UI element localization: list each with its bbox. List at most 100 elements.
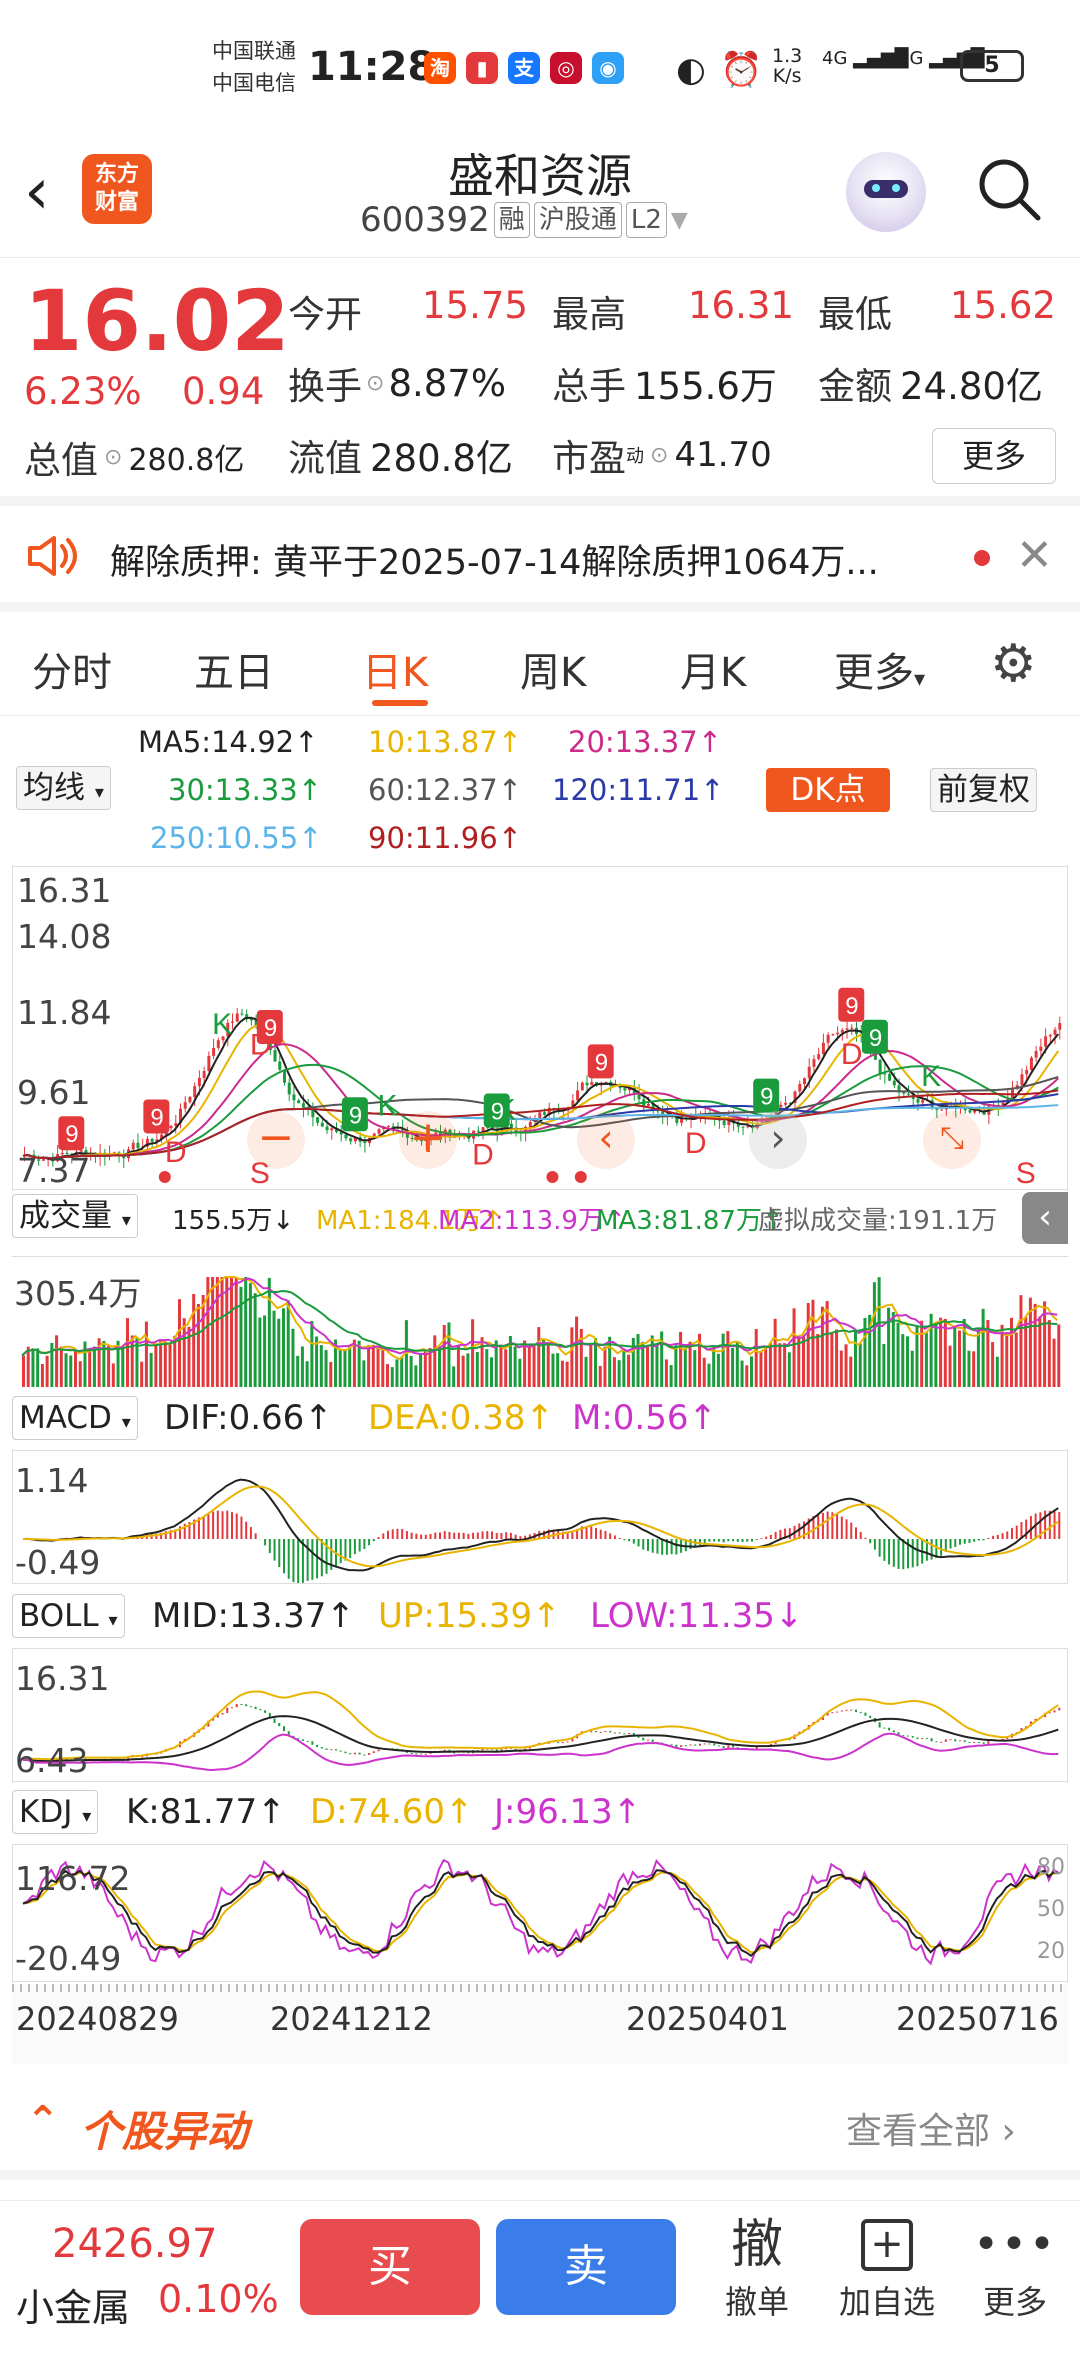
candle-body — [803, 1078, 806, 1085]
info-icon[interactable]: ⊙ — [104, 445, 122, 470]
tab-monthly-k[interactable]: 月K — [680, 640, 746, 698]
volume-bar — [551, 1353, 555, 1387]
volume-bar — [627, 1354, 631, 1387]
kdj-canvas — [22, 1858, 1059, 1966]
volume-bar — [263, 1315, 267, 1387]
ma20-value: 20:13.37↑ — [568, 725, 722, 759]
macd-bar — [358, 1539, 361, 1552]
volume-bar — [882, 1343, 886, 1387]
macd-bar — [774, 1531, 777, 1539]
zoom-out-button[interactable]: − — [247, 1111, 305, 1169]
candle-body — [377, 1129, 381, 1134]
macd-bar — [453, 1532, 456, 1539]
close-icon[interactable]: ✕ — [1016, 530, 1053, 581]
volume-bar — [182, 1318, 186, 1387]
tab-five-day[interactable]: 五日 — [194, 640, 274, 698]
open-label: 今开 — [288, 293, 362, 336]
chevron-down-icon[interactable]: ▼ — [671, 208, 688, 233]
zoom-in-button[interactable]: + — [399, 1111, 457, 1169]
boll-candle — [855, 1709, 857, 1713]
macd-bar — [760, 1538, 763, 1539]
macd-bar — [708, 1539, 711, 1542]
adjust-select[interactable]: 前复权 — [930, 768, 1037, 812]
tab-daily-k[interactable]: 日K — [362, 640, 428, 698]
volume-bar — [471, 1319, 475, 1387]
candle-body — [538, 1112, 542, 1119]
boll-up: UP:15.39↑ — [378, 1596, 561, 1636]
macd-bar — [883, 1539, 886, 1561]
kdj-select[interactable]: KDJ ▾ — [12, 1790, 99, 1834]
macd-bar — [651, 1539, 654, 1553]
notice-bar[interactable]: 解除质押: 黄平于2025-07-14解除质押1064万... ✕ — [0, 506, 1080, 612]
volume-bar — [456, 1345, 460, 1387]
view-all-link[interactable]: 查看全部 › — [846, 2102, 1016, 2154]
scroll-left-button[interactable]: ‹ — [577, 1111, 635, 1169]
more-menu-button[interactable]: ••• 更多 — [970, 2213, 1060, 2323]
collapse-panel-button[interactable]: ‹ — [1022, 1192, 1068, 1244]
macd-bar — [973, 1539, 976, 1542]
sector-name[interactable]: 小金属 — [16, 2277, 130, 2332]
macd-select[interactable]: MACD ▾ — [12, 1396, 138, 1440]
volume-bar — [792, 1308, 796, 1387]
robot-assistant-icon[interactable] — [846, 152, 926, 232]
candle-body — [741, 1126, 745, 1128]
signal-k: K — [378, 1089, 398, 1122]
boll-select[interactable]: BOLL ▾ — [12, 1594, 125, 1638]
candle-body — [1029, 1057, 1033, 1070]
volume-bar — [603, 1346, 607, 1387]
boll-candle — [424, 1753, 427, 1755]
buy-button[interactable]: 买 — [300, 2219, 480, 2315]
volume-bar — [825, 1301, 829, 1387]
macd-bar — [424, 1534, 427, 1539]
volume-bar — [537, 1327, 541, 1387]
scroll-right-button[interactable]: › — [749, 1111, 807, 1169]
search-icon[interactable] — [976, 156, 1041, 221]
cancel-order-button[interactable]: 撤 撤单 — [714, 2213, 800, 2323]
alipay-icon: 支 — [508, 52, 540, 84]
kline-chart[interactable]: DDDDDKKKKSS999999999 16.31 14.08 11.84 9… — [12, 866, 1068, 1190]
candle-body — [623, 1088, 627, 1091]
nine-turn-label: 9 — [845, 993, 858, 1020]
volume-bar — [646, 1347, 649, 1387]
signal-d: D — [165, 1136, 187, 1169]
volume-bar — [981, 1308, 985, 1387]
volume-select[interactable]: 成交量 ▾ — [12, 1194, 138, 1238]
date-axis: 20240829 20241212 20250401 20250716 — [12, 1984, 1068, 2064]
ma-type-select[interactable]: 均线 ▾ — [16, 766, 111, 810]
info-icon[interactable]: ⊙ — [366, 371, 384, 396]
macd-bar — [873, 1539, 876, 1550]
volume-bar — [844, 1344, 848, 1387]
volume-bar — [215, 1277, 219, 1387]
add-watchlist-button[interactable]: + 加自选 — [832, 2213, 942, 2323]
boll-candle — [925, 1738, 928, 1740]
tab-weekly-k[interactable]: 周K — [520, 640, 586, 698]
info-icon[interactable]: ⊙ — [650, 443, 668, 468]
more-button[interactable]: 更多 — [932, 428, 1056, 484]
boll-candle — [349, 1753, 352, 1755]
macd-bar — [443, 1531, 446, 1539]
chevron-up-icon[interactable]: ⌃ — [26, 2098, 60, 2144]
volume-bar — [915, 1326, 919, 1387]
signal-k: K — [212, 1008, 232, 1041]
volume-bar — [282, 1308, 285, 1387]
fullscreen-icon[interactable]: ⤡ — [923, 1111, 981, 1169]
clock: 11:28 — [308, 44, 436, 90]
settings-gear-icon[interactable]: ⚙ — [990, 636, 1037, 692]
tab-intraday[interactable]: 分时 — [32, 640, 112, 698]
sector-index-value[interactable]: 2426.97 — [52, 2221, 217, 2267]
macd-bar — [746, 1539, 749, 1542]
boll-candle — [940, 1741, 943, 1743]
ma10-value: 10:13.87↑ — [368, 725, 522, 759]
boll-legend: BOLL ▾ MID:13.37↑ UP:15.39↑ LOW:11.35↓ — [0, 1592, 1080, 1642]
signal-k: K — [921, 1060, 941, 1093]
volume-bar — [716, 1353, 720, 1387]
sell-button[interactable]: 卖 — [496, 2219, 676, 2315]
tab-more[interactable]: 更多▾ — [834, 640, 925, 698]
macd-bar — [283, 1539, 285, 1574]
volume-bar — [750, 1356, 753, 1387]
dk-point-button[interactable]: DK点 — [766, 768, 890, 812]
volume-bar — [910, 1350, 914, 1387]
l2-tag: L2 — [625, 202, 667, 238]
candle-body — [301, 1103, 305, 1108]
candle-body — [391, 1126, 395, 1128]
